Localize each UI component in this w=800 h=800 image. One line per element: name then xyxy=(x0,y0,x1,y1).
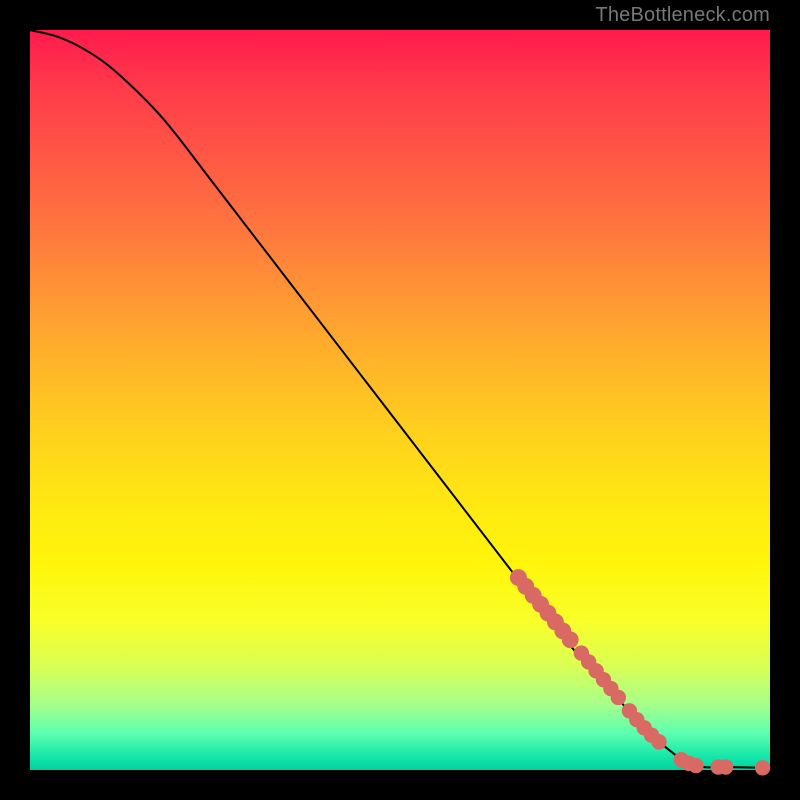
data-marker xyxy=(611,690,626,705)
data-marker xyxy=(755,760,770,775)
watermark-text: TheBottleneck.com xyxy=(595,4,770,27)
chart-svg xyxy=(30,30,770,770)
plot-area xyxy=(30,30,770,770)
marker-layer xyxy=(510,569,770,775)
data-marker xyxy=(688,758,703,773)
data-marker xyxy=(651,734,666,749)
chart-frame: TheBottleneck.com xyxy=(0,0,800,800)
data-marker xyxy=(718,759,733,774)
data-marker xyxy=(562,631,579,648)
bottleneck-curve xyxy=(30,30,770,768)
